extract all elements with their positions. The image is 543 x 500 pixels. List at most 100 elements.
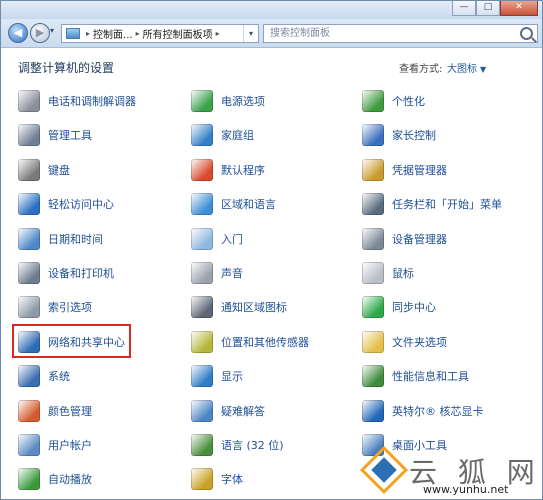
sound-icon [191, 262, 213, 284]
control-panel-item[interactable]: 个性化 [362, 86, 425, 116]
control-panel-item-label[interactable]: 电源选项 [221, 93, 265, 109]
control-panel-item[interactable]: 默认程序 [191, 155, 265, 185]
maximize-button[interactable]: □ [476, 1, 500, 16]
control-panel-item[interactable]: 电话和调制解调器 [18, 86, 136, 116]
control-panel-item[interactable]: 电源选项 [191, 86, 265, 116]
control-panel-item-label[interactable]: 鼠标 [392, 265, 414, 281]
control-panel-item-label[interactable]: 声音 [221, 265, 243, 281]
control-panel-item[interactable]: 字体 [191, 464, 243, 494]
folder-options-icon [362, 331, 384, 353]
minimize-button[interactable]: — [452, 1, 476, 16]
control-panel-item[interactable]: 日期和时间 [18, 224, 103, 254]
control-panel-item-label[interactable]: 文件夹选项 [392, 334, 447, 350]
performance-tools-icon [362, 365, 384, 387]
control-panel-item-label[interactable]: 凭据管理器 [392, 162, 447, 178]
control-panel-item-label[interactable]: 家庭组 [221, 127, 254, 143]
control-panel-item[interactable]: 管理工具 [18, 120, 92, 150]
view-by-value[interactable]: 大图标 [447, 64, 477, 75]
control-panel-item[interactable]: 通知区域图标 [191, 292, 287, 322]
control-panel-item[interactable]: 疑难解答 [191, 396, 265, 426]
control-panel-item-label[interactable]: 疑难解答 [221, 403, 265, 419]
window-controls: — □ ✕ [452, 1, 538, 16]
control-panel-item[interactable]: 颜色管理 [18, 396, 92, 426]
control-panel-item-label[interactable]: 自动播放 [48, 471, 92, 487]
control-panel-item-label[interactable]: 性能信息和工具 [392, 368, 469, 384]
control-panel-item-label[interactable]: 轻松访问中心 [48, 196, 114, 212]
control-panel-item-label[interactable]: 日期和时间 [48, 231, 103, 247]
watermark-url: www.yunhu.net [423, 483, 509, 496]
control-panel-item[interactable]: 家长控制 [362, 120, 436, 150]
control-panel-item-label[interactable]: 显示 [221, 368, 243, 384]
control-panel-item-label[interactable]: 默认程序 [221, 162, 265, 178]
control-panel-item[interactable]: 用户帐户 [18, 430, 92, 460]
control-panel-item[interactable]: 自动播放 [18, 464, 92, 494]
search-input[interactable]: 搜索控制面板 [263, 24, 538, 43]
control-panel-item-label[interactable]: 键盘 [48, 162, 70, 178]
admin-tools-icon [18, 124, 40, 146]
control-panel-item[interactable]: 鼠标 [362, 258, 414, 288]
control-panel-item-label[interactable]: 用户帐户 [48, 437, 92, 453]
troubleshooting-icon [191, 400, 213, 422]
control-panel-item[interactable]: 设备管理器 [362, 224, 447, 254]
breadcrumb-all-items[interactable]: 所有控制面板项 [143, 26, 213, 41]
view-by-label: 查看方式: [399, 64, 443, 75]
breadcrumb-control-panel[interactable]: 控制面... [93, 26, 133, 41]
homegroup-icon [191, 124, 213, 146]
address-bar[interactable]: ▸ 控制面... ▸ 所有控制面板项 ▸ ▾ [61, 24, 259, 43]
breadcrumb-separator[interactable]: ▸ [86, 29, 90, 38]
control-panel-item[interactable]: 性能信息和工具 [362, 361, 469, 391]
search-icon[interactable] [520, 27, 533, 40]
control-panel-item[interactable]: 位置和其他传感器 [191, 327, 309, 357]
control-panel-item[interactable]: 显示 [191, 361, 243, 391]
control-panel-item-label[interactable]: 系统 [48, 368, 70, 384]
chevron-down-icon[interactable]: ▼ [480, 65, 486, 74]
control-panel-item-label[interactable]: 英特尔® 核芯显卡 [392, 403, 484, 419]
control-panel-item-label[interactable]: 区域和语言 [221, 196, 276, 212]
breadcrumb-separator[interactable]: ▸ [216, 29, 220, 38]
system-icon [18, 365, 40, 387]
control-panel-icon [66, 28, 80, 39]
control-panel-item[interactable]: 系统 [18, 361, 70, 391]
power-options-icon [191, 90, 213, 112]
control-panel-item-label[interactable]: 个性化 [392, 93, 425, 109]
view-by-dropdown[interactable]: 大图标 ▼ [447, 60, 486, 75]
control-panel-item[interactable]: 语言 (32 位) [191, 430, 284, 460]
control-panel-item[interactable]: 入门 [191, 224, 243, 254]
close-button[interactable]: ✕ [500, 1, 538, 16]
control-panel-item-label[interactable]: 字体 [221, 471, 243, 487]
control-panel-item[interactable]: 任务栏和「开始」菜单 [362, 189, 502, 219]
control-panel-item[interactable]: 索引选项 [18, 292, 92, 322]
control-panel-item-label[interactable]: 设备和打印机 [48, 265, 114, 281]
address-dropdown-button[interactable]: ▾ [243, 25, 258, 42]
display-icon [191, 365, 213, 387]
indexing-options-icon [18, 296, 40, 318]
control-panel-item[interactable]: 同步中心 [362, 292, 436, 322]
control-panel-item-label[interactable]: 语言 (32 位) [221, 437, 284, 453]
forward-button[interactable]: ▶ [30, 23, 50, 43]
control-panel-item[interactable]: 凭据管理器 [362, 155, 447, 185]
control-panel-item[interactable]: 文件夹选项 [362, 327, 447, 357]
intel-graphics-icon [362, 400, 384, 422]
credential-manager-icon [362, 159, 384, 181]
control-panel-item-label[interactable]: 管理工具 [48, 127, 92, 143]
control-panel-item-label[interactable]: 颜色管理 [48, 403, 92, 419]
control-panel-item[interactable]: 家庭组 [191, 120, 254, 150]
control-panel-item[interactable]: 设备和打印机 [18, 258, 114, 288]
control-panel-item[interactable]: 声音 [191, 258, 243, 288]
control-panel-item-label[interactable]: 设备管理器 [392, 231, 447, 247]
control-panel-item-label[interactable]: 家长控制 [392, 127, 436, 143]
back-button[interactable]: ◀ [8, 23, 28, 43]
control-panel-item-label[interactable]: 索引选项 [48, 299, 92, 315]
control-panel-item[interactable]: 键盘 [18, 155, 70, 185]
control-panel-item-label[interactable]: 通知区域图标 [221, 299, 287, 315]
control-panel-item-label[interactable]: 电话和调制解调器 [48, 93, 136, 109]
breadcrumb-separator[interactable]: ▸ [136, 29, 140, 38]
control-panel-item[interactable]: 英特尔® 核芯显卡 [362, 396, 484, 426]
recent-pages-dropdown[interactable]: ▾ [50, 26, 54, 35]
control-panel-item-label[interactable]: 位置和其他传感器 [221, 334, 309, 350]
control-panel-item[interactable]: 轻松访问中心 [18, 189, 114, 219]
control-panel-item[interactable]: 区域和语言 [191, 189, 276, 219]
control-panel-item-label[interactable]: 入门 [221, 231, 243, 247]
control-panel-item-label[interactable]: 任务栏和「开始」菜单 [392, 196, 502, 212]
control-panel-item-label[interactable]: 同步中心 [392, 299, 436, 315]
